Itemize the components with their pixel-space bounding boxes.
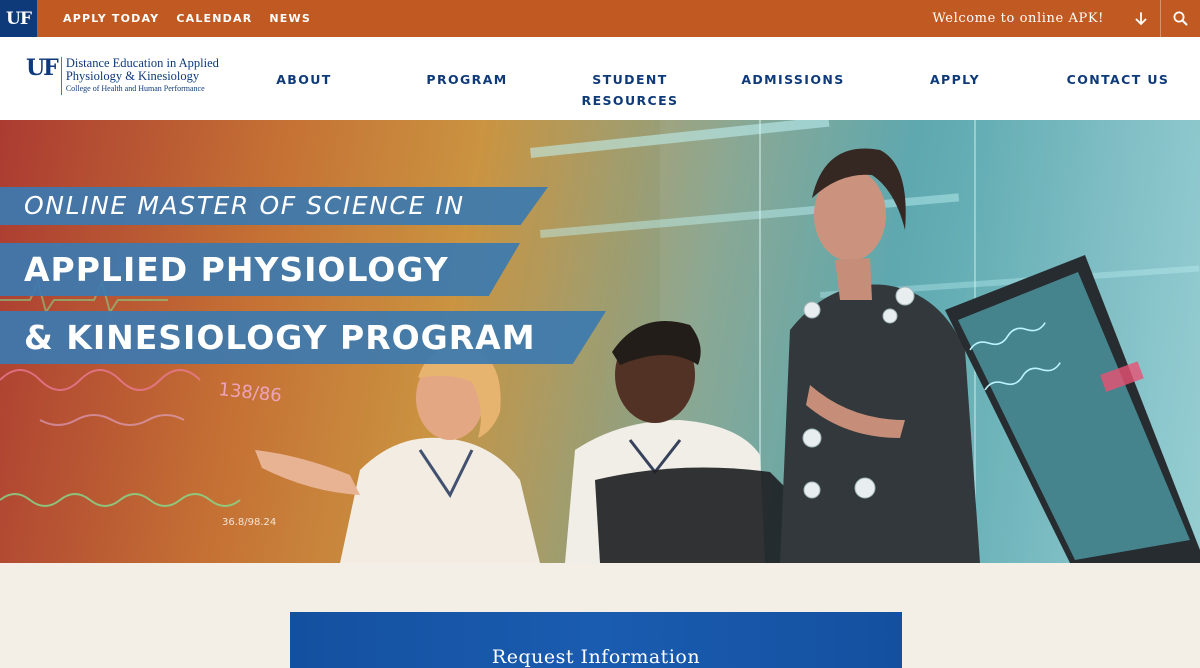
- nav-student-resources-line-2: RESOURCES: [581, 93, 679, 108]
- utility-links: APPLY TODAY CALENDAR NEWS: [63, 0, 311, 37]
- top-utility-bar: UF APPLY TODAY CALENDAR NEWS Welcome to …: [0, 0, 1200, 37]
- nav-admissions[interactable]: ADMISSIONS: [740, 69, 846, 90]
- nav-program[interactable]: PROGRAM: [422, 69, 512, 90]
- welcome-message: Welcome to online APK!: [932, 11, 1104, 26]
- nav-student-resources-line-1: STUDENT: [592, 72, 668, 87]
- hero-banner: 138/86 36.8/98.24 ONLINE MASTER OF SCIEN…: [0, 120, 1200, 563]
- calendar-link[interactable]: CALENDAR: [176, 12, 252, 25]
- hero-heading-line-3: & KINESIOLOGY PROGRAM: [0, 311, 606, 364]
- hero-heading-line-1: ONLINE MASTER OF SCIENCE IN: [0, 187, 548, 225]
- nav-student-resources[interactable]: STUDENT RESOURCES: [575, 69, 685, 111]
- search-icon: [1173, 11, 1188, 26]
- main-navigation: ABOUT PROGRAM STUDENT RESOURCES ADMISSIO…: [0, 69, 1200, 119]
- search-button[interactable]: [1160, 0, 1200, 37]
- nav-contact-us[interactable]: CONTACT US: [1065, 69, 1171, 90]
- arrow-down-icon: [1135, 11, 1147, 25]
- nav-about[interactable]: ABOUT: [270, 69, 338, 90]
- apply-today-link[interactable]: APPLY TODAY: [63, 12, 159, 25]
- request-info-section: Request Information: [0, 563, 1200, 668]
- site-header: UF Distance Education in Applied Physiol…: [0, 37, 1200, 120]
- request-information-panel[interactable]: Request Information: [290, 612, 902, 668]
- nav-apply[interactable]: APPLY: [925, 69, 985, 90]
- news-link[interactable]: NEWS: [269, 12, 311, 25]
- hero-heading-line-2: APPLIED PHYSIOLOGY: [0, 243, 520, 296]
- welcome-dropdown-button[interactable]: [1126, 0, 1156, 37]
- request-information-heading: Request Information: [491, 646, 701, 668]
- uf-home-logo[interactable]: UF: [0, 0, 37, 37]
